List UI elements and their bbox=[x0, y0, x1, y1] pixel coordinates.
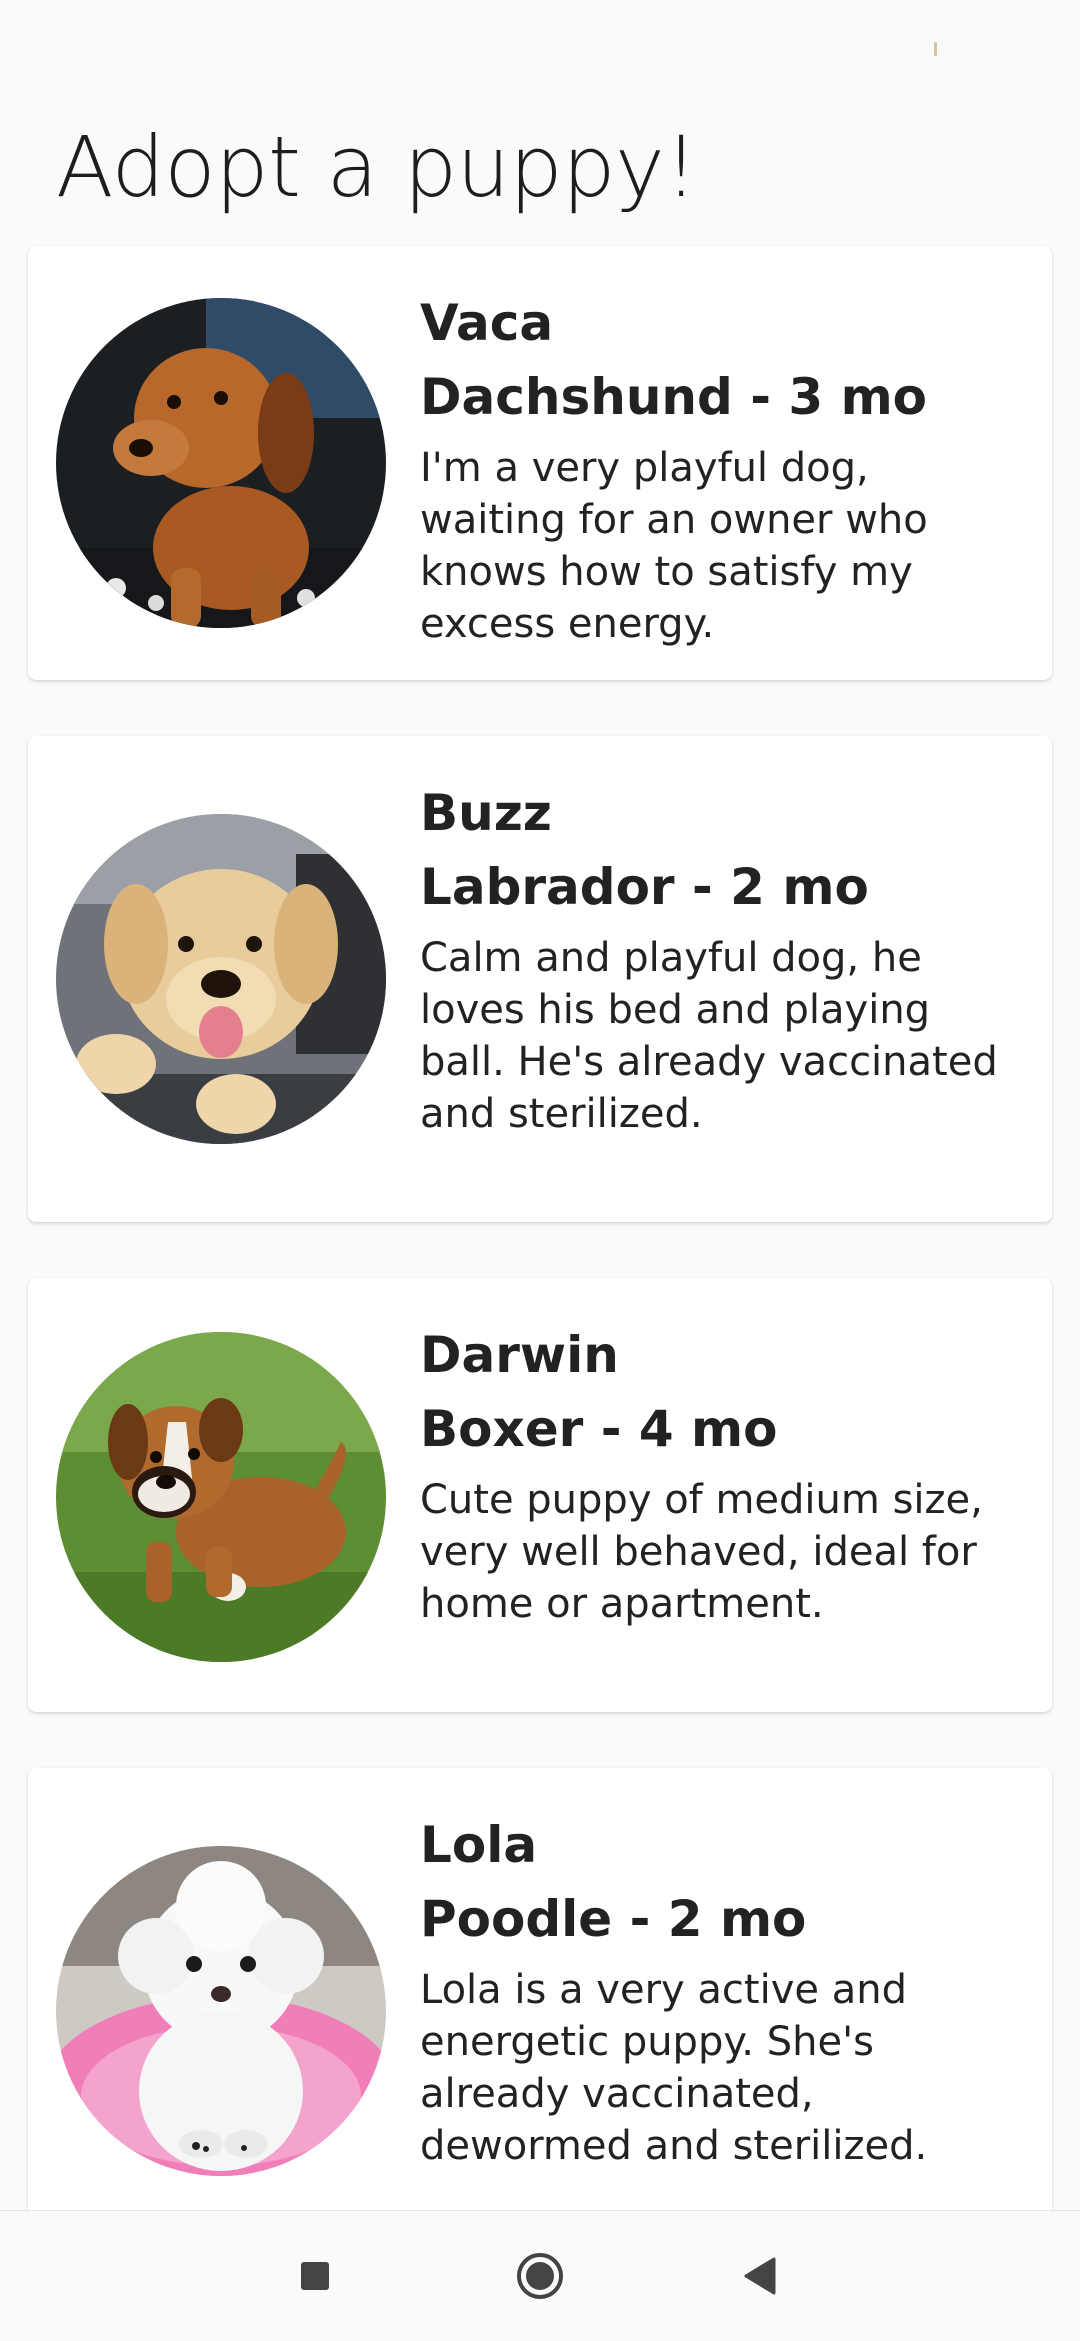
puppy-name: Lola bbox=[420, 1816, 538, 1874]
puppy-breed-age: Dachshund - 3 mo bbox=[420, 368, 928, 426]
puppy-photo-poodle bbox=[56, 1846, 386, 2176]
puppy-card-vaca[interactable]: Vaca Dachshund - 3 mo I'm a very playful… bbox=[28, 246, 1052, 680]
page-title: Adopt a puppy! bbox=[56, 118, 698, 216]
status-indicator bbox=[934, 42, 937, 56]
puppy-breed-age: Labrador - 2 mo bbox=[420, 858, 869, 916]
puppy-card-buzz[interactable]: Buzz Labrador - 2 mo Calm and playful do… bbox=[28, 736, 1052, 1222]
circle-icon bbox=[517, 2253, 563, 2299]
square-icon bbox=[301, 2262, 329, 2290]
home-button[interactable] bbox=[480, 2211, 600, 2341]
back-button[interactable] bbox=[700, 2211, 820, 2341]
status-bar bbox=[0, 0, 1080, 90]
puppy-description: I'm a very playful dog, waiting for an o… bbox=[420, 445, 928, 647]
puppy-breed-age: Poodle - 2 mo bbox=[420, 1890, 807, 1948]
puppy-card-darwin[interactable]: Darwin Boxer - 4 mo Cute puppy of medium… bbox=[28, 1278, 1052, 1712]
puppy-photo-boxer bbox=[56, 1332, 386, 1662]
puppy-photo-labrador bbox=[56, 814, 386, 1144]
puppy-description: Cute puppy of medium size, very well beh… bbox=[420, 1477, 983, 1627]
puppy-photo-dachshund bbox=[56, 298, 386, 628]
navigation-bar bbox=[0, 2210, 1080, 2341]
recents-button[interactable] bbox=[255, 2211, 375, 2341]
puppy-breed-age: Boxer - 4 mo bbox=[420, 1400, 778, 1458]
puppy-name: Darwin bbox=[420, 1326, 619, 1384]
triangle-back-icon bbox=[744, 2257, 776, 2295]
puppy-description: Calm and playful dog, he loves his bed a… bbox=[420, 935, 998, 1137]
puppy-description: Lola is a very active and energetic pupp… bbox=[420, 1967, 928, 2169]
puppy-name: Buzz bbox=[420, 784, 552, 842]
puppy-name: Vaca bbox=[420, 294, 554, 352]
